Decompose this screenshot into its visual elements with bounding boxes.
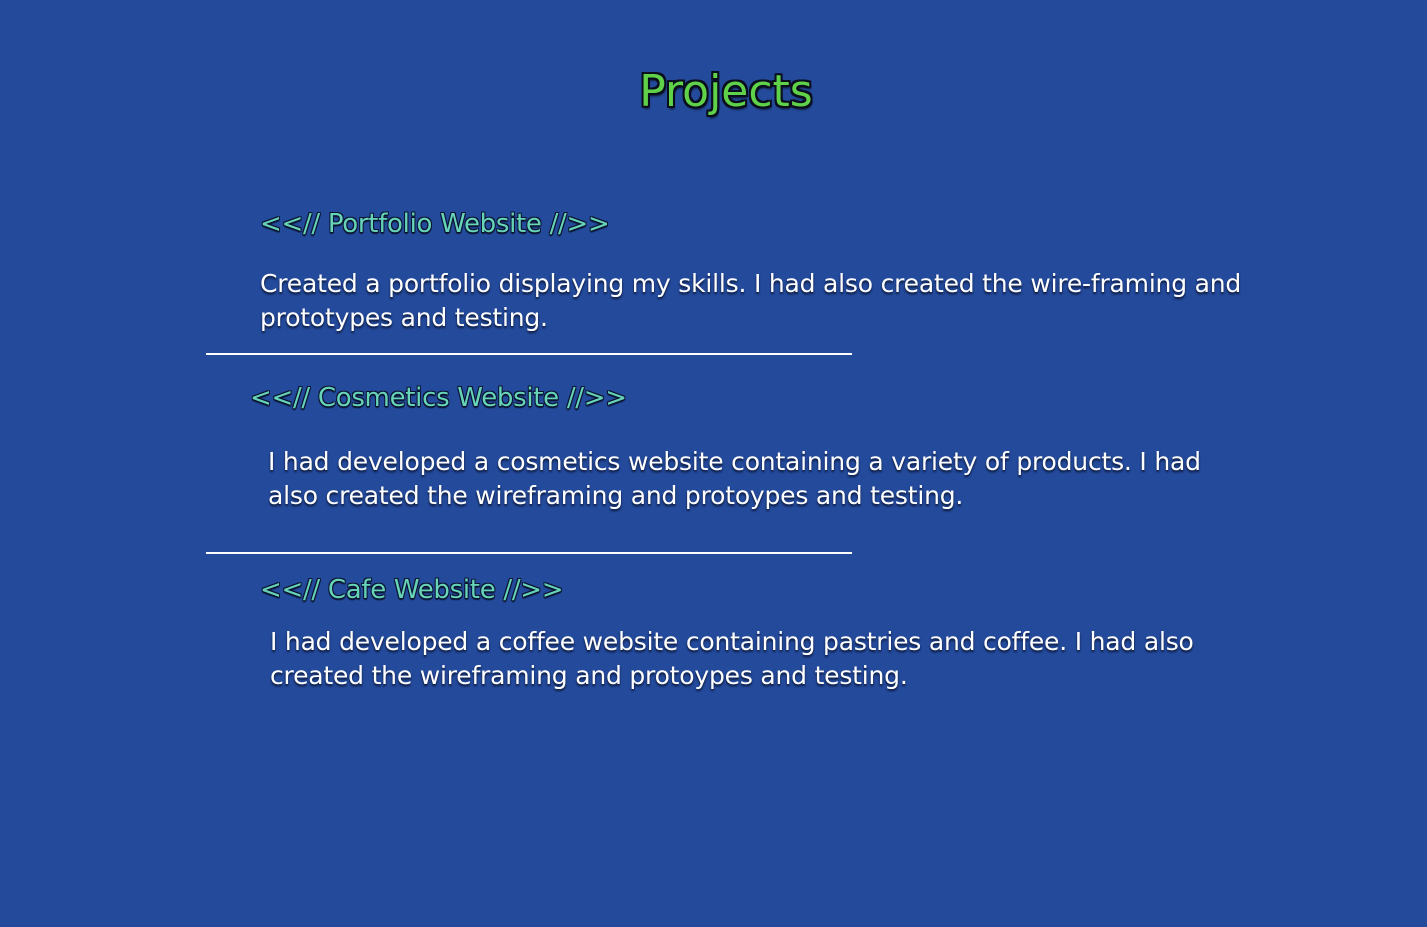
project-description-cosmetics: I had developed a cosmetics website cont…: [268, 447, 1201, 510]
project-divider: [206, 353, 852, 355]
project-divider: [206, 552, 852, 554]
project-title-cosmetics: <<// Cosmetics Website //>>: [250, 383, 627, 413]
project-title-cafe: <<// Cafe Website //>>: [260, 575, 564, 605]
projects-page: Projects <<// Portfolio Website //>> Cre…: [0, 0, 1427, 927]
project-description-cafe: I had developed a coffee website contain…: [270, 627, 1194, 690]
project-title-portfolio: <<// Portfolio Website //>>: [260, 209, 610, 239]
page-title: Projects: [639, 66, 813, 117]
project-description-portfolio: Created a portfolio displaying my skills…: [260, 269, 1242, 332]
